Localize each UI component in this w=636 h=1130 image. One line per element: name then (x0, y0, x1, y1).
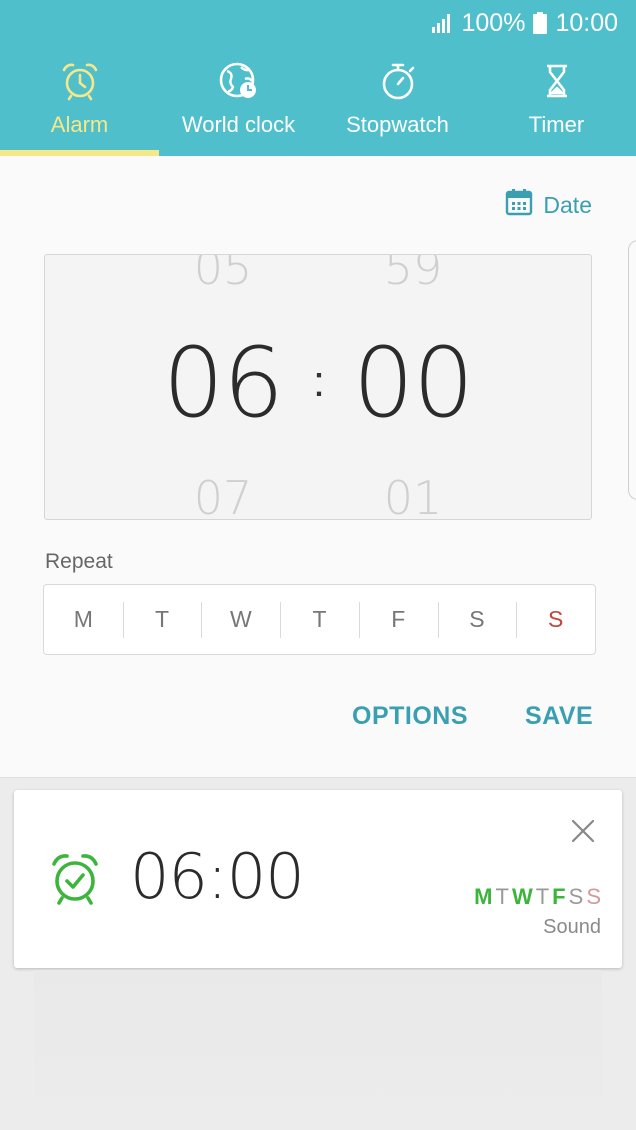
repeat-day-mon[interactable]: M (44, 585, 123, 654)
repeat-day-tue[interactable]: T (122, 585, 202, 654)
time-separator: : (312, 357, 326, 406)
tab-stopwatch[interactable]: Stopwatch (318, 56, 477, 156)
edge-panel-handle[interactable] (628, 240, 636, 500)
alarm-day-wed: W (511, 884, 533, 909)
alarm-day-mon: M (474, 884, 493, 909)
tab-stopwatch-label: Stopwatch (346, 112, 449, 137)
save-button[interactable]: SAVE (525, 702, 593, 731)
alarm-day-tue: T (495, 884, 509, 909)
alarm-day-thu: T (535, 884, 550, 909)
battery-icon (533, 12, 548, 34)
alarm-day-sat: S (568, 884, 584, 909)
stopwatch-icon (378, 60, 418, 102)
repeat-day-thu[interactable]: T (280, 585, 359, 654)
tab-alarm[interactable]: Alarm (0, 56, 159, 156)
hour-prev[interactable]: 05 (153, 255, 293, 295)
time-picker: 05 06 07 : 59 00 01 (44, 254, 592, 520)
repeat-day-wed[interactable]: W (201, 585, 280, 654)
tab-bar: Alarm World clock Stopwatch Timer (0, 56, 636, 156)
tab-world-clock[interactable]: World clock (159, 56, 318, 156)
app-header: 100% 10:00 Alarm World clock Stopwatch T… (0, 0, 636, 156)
alarm-toggle-icon[interactable] (50, 852, 100, 911)
minute-next[interactable]: 01 (343, 471, 483, 519)
repeat-day-sun[interactable]: S (516, 585, 595, 654)
date-button-label: Date (543, 191, 592, 218)
alarm-item[interactable]: 06:00 M T W T F S S Sound (14, 790, 622, 968)
status-bar: 100% 10:00 (431, 8, 618, 38)
signal-icon (431, 13, 453, 33)
alarm-sound-label: Sound (543, 916, 601, 938)
empty-list-area (34, 970, 602, 1130)
alarm-day-sun: S (586, 884, 601, 909)
battery-percent: 100% (461, 8, 526, 37)
tab-alarm-label: Alarm (50, 112, 109, 137)
hourglass-icon (537, 60, 577, 102)
calendar-icon (505, 188, 533, 222)
globe-clock-icon (219, 60, 259, 102)
date-button[interactable]: Date (505, 188, 592, 222)
tab-timer[interactable]: Timer (477, 56, 636, 156)
options-button[interactable]: OPTIONS (352, 702, 468, 731)
minute-prev[interactable]: 59 (343, 255, 483, 295)
repeat-day-selector: M T W T F S S (43, 584, 596, 655)
repeat-day-fri[interactable]: F (358, 585, 438, 654)
alarm-day-fri: F (552, 884, 566, 909)
hour-next[interactable]: 07 (153, 471, 293, 519)
alarm-editor: Date 05 06 07 : 59 00 01 Repeat M T W T … (0, 156, 636, 778)
tab-timer-label: Timer (528, 112, 585, 137)
repeat-label: Repeat (45, 550, 113, 573)
tab-world-clock-label: World clock (181, 112, 296, 137)
minute-value[interactable]: 00 (343, 327, 483, 439)
alarm-repeat-days: M T W T F S S (474, 884, 601, 910)
alarm-clock-icon (60, 60, 100, 102)
status-time: 10:00 (555, 8, 618, 37)
hour-value[interactable]: 06 (153, 327, 293, 439)
repeat-day-sat[interactable]: S (437, 585, 517, 654)
close-icon[interactable] (570, 818, 596, 849)
alarm-time: 06:00 (130, 840, 305, 913)
